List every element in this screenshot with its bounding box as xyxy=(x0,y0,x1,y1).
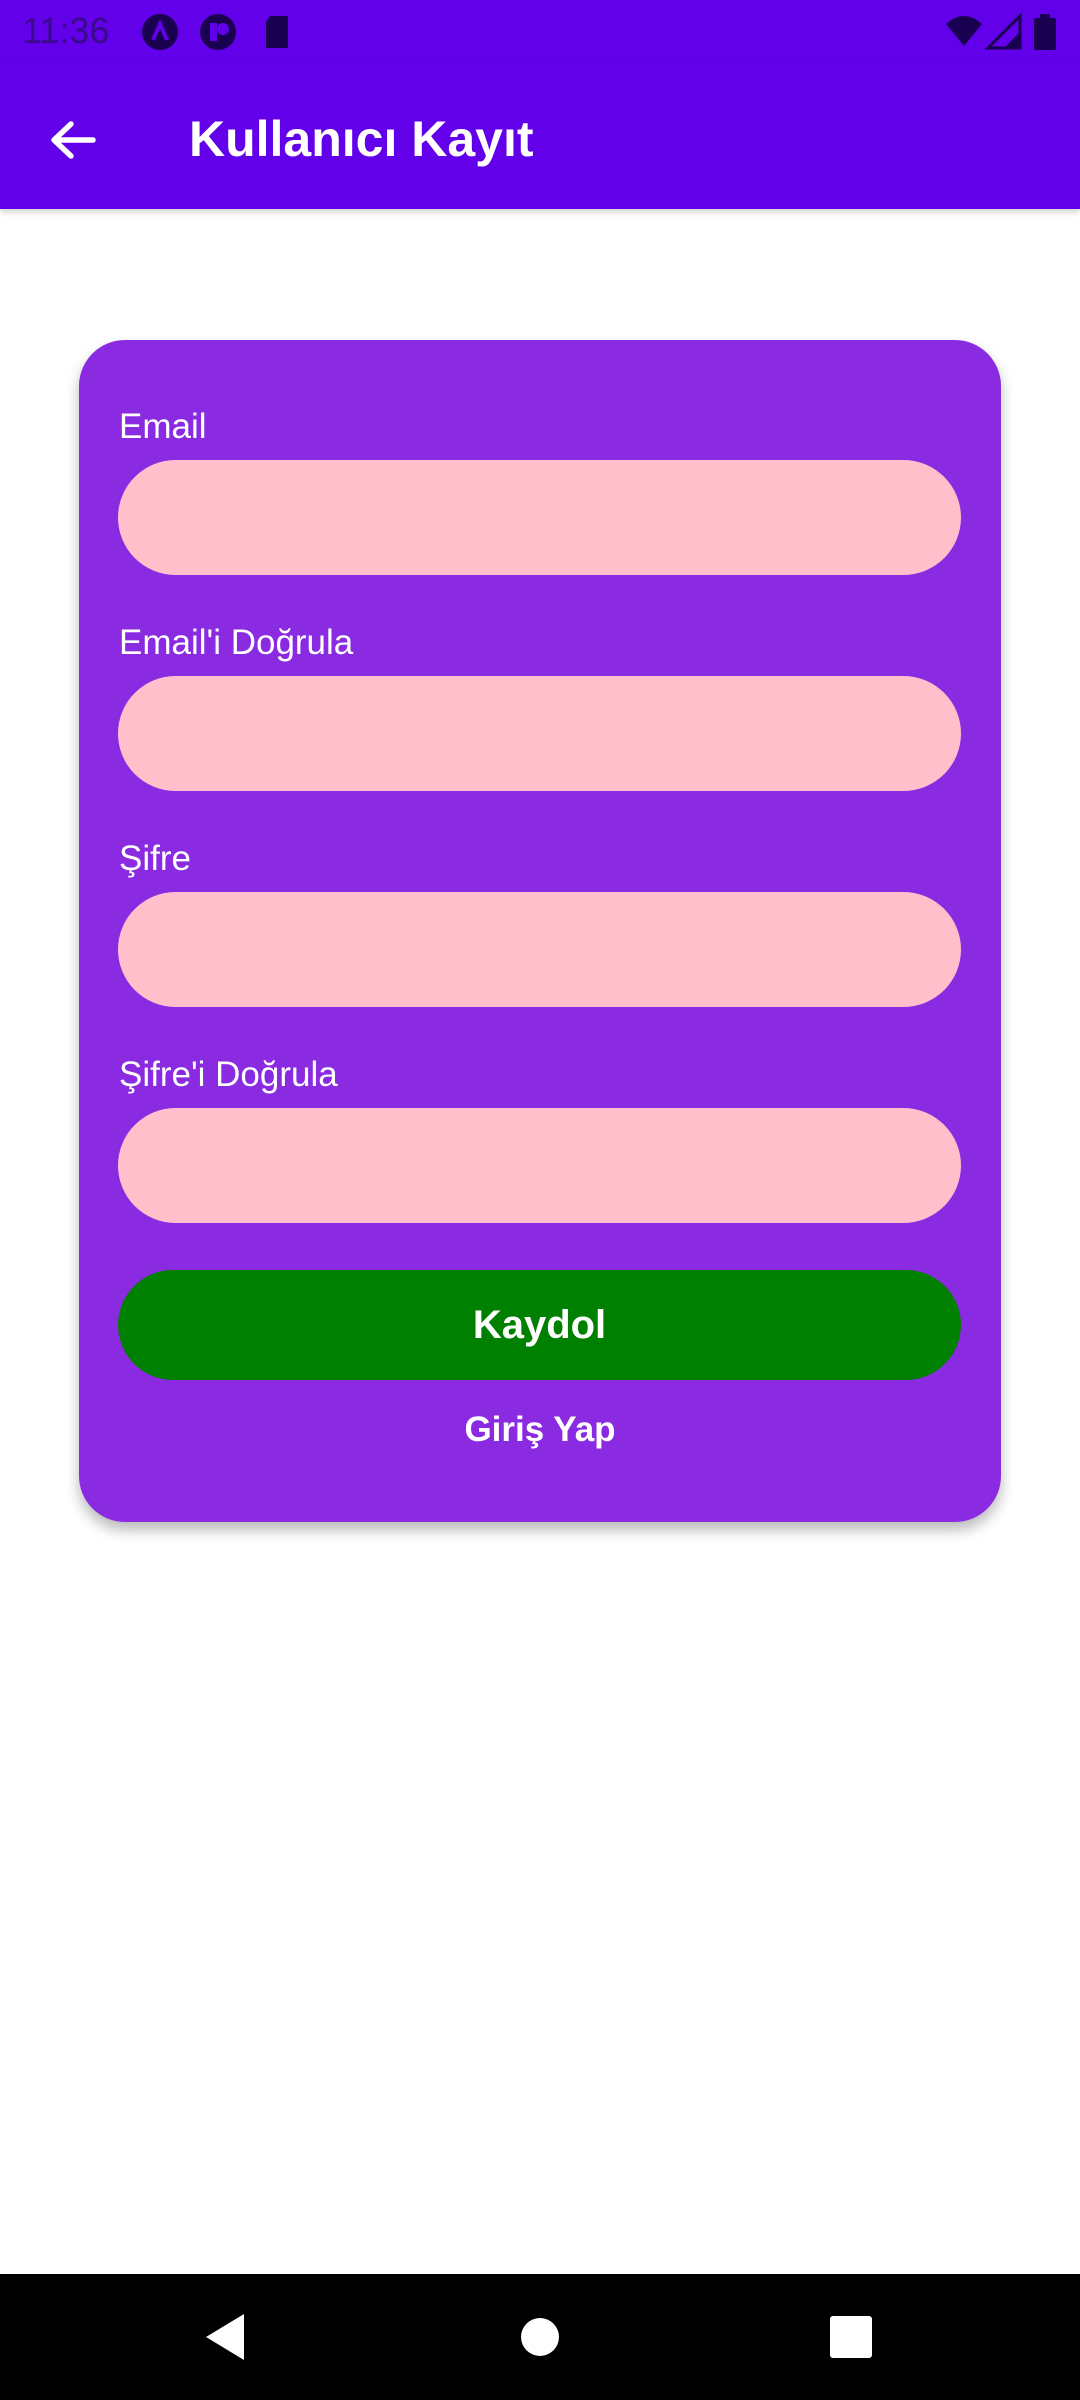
status-bar: 11:36 xyxy=(0,0,1080,63)
page-title: Kullanıcı Kayıt xyxy=(189,111,534,167)
navigation-bar xyxy=(0,2274,1080,2400)
confirm-password-field[interactable] xyxy=(118,1108,961,1223)
confirm-password-label: Şifre'i Doğrula xyxy=(119,1055,338,1094)
email-label: Email xyxy=(119,407,207,446)
home-circle-icon[interactable] xyxy=(507,2304,573,2370)
notification-app-icon xyxy=(200,14,236,50)
password-field[interactable] xyxy=(118,892,961,1007)
email-field[interactable] xyxy=(118,460,961,575)
app-bar: Kullanıcı Kayıt xyxy=(0,63,1080,209)
signal-icon xyxy=(984,12,1022,50)
login-link[interactable]: Giriş Yap xyxy=(79,1410,1001,1450)
arrow-back-icon[interactable] xyxy=(38,105,108,175)
signup-button[interactable]: Kaydol xyxy=(118,1270,961,1380)
battery-icon xyxy=(1034,14,1056,50)
recents-square-icon[interactable] xyxy=(818,2304,884,2370)
confirm-email-field[interactable] xyxy=(118,676,961,791)
sd-card-icon xyxy=(266,16,288,48)
confirm-email-label: Email'i Doğrula xyxy=(119,623,354,662)
android-studio-icon xyxy=(142,14,178,50)
registration-card: Email Email'i Doğrula Şifre Şifre'i Doğr… xyxy=(79,340,1001,1522)
password-label: Şifre xyxy=(119,839,191,878)
back-triangle-icon[interactable] xyxy=(192,2304,258,2370)
status-time: 11:36 xyxy=(22,10,110,51)
wifi-icon xyxy=(946,16,982,46)
